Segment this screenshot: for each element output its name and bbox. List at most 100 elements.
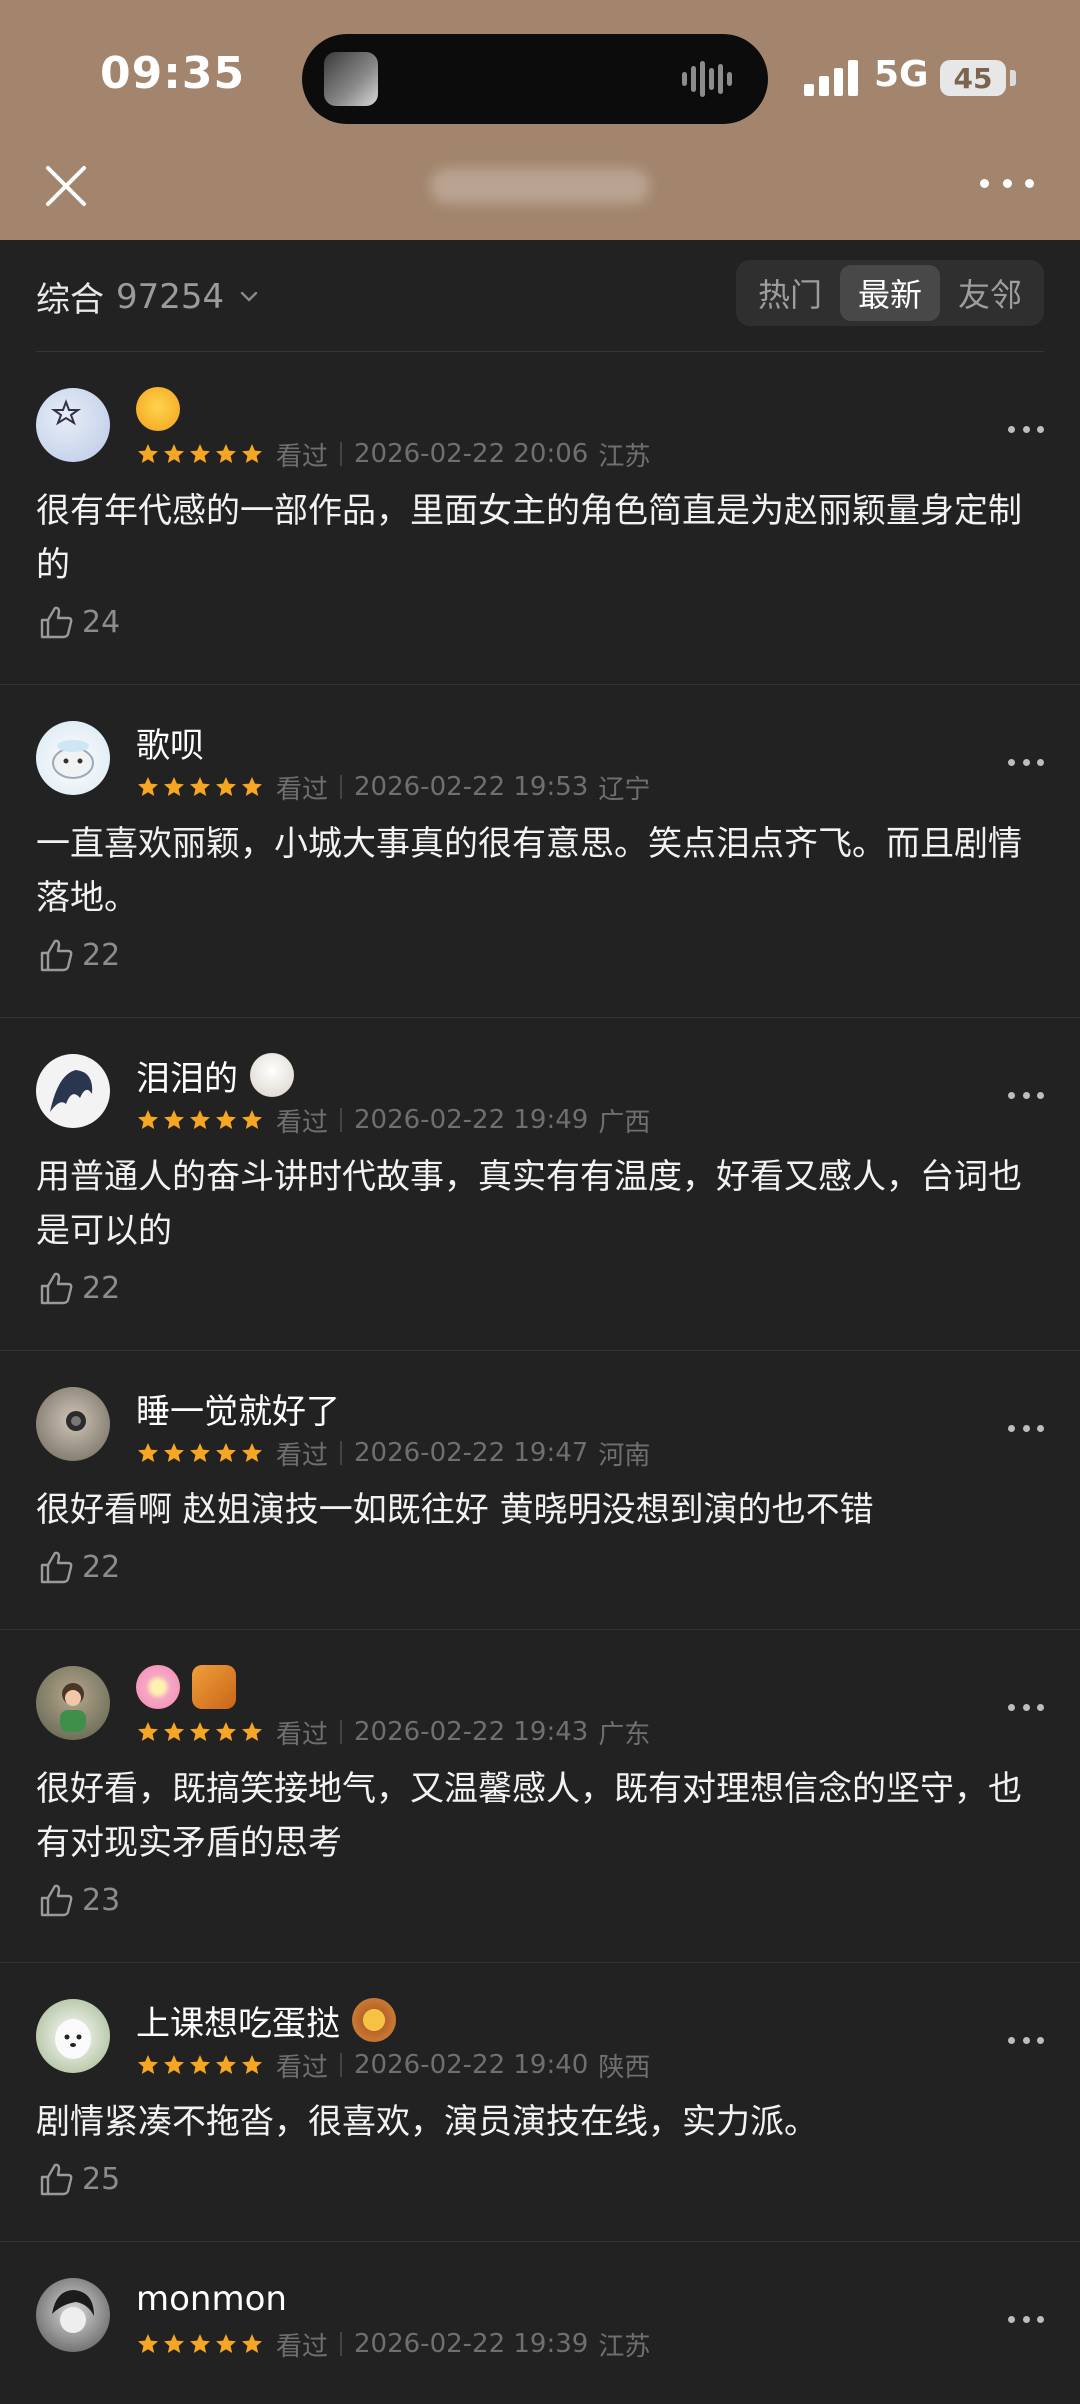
comment-more-button[interactable] (1008, 757, 1044, 767)
comment-location: 广东 (598, 1719, 651, 1750)
tab-friends[interactable]: 友邻 (940, 265, 1040, 321)
more-button[interactable] (980, 176, 1034, 190)
filter-bar: 综合 97254 热门 最新 友邻 (0, 240, 1080, 352)
sort-dropdown[interactable]: 综合 97254 (36, 272, 260, 321)
comment-list: 看过 2026-02-22 20:06 江苏 很有年代感的一部作品，里面女主的角… (0, 352, 1080, 2404)
like-button[interactable]: 22 (36, 1266, 1044, 1310)
username[interactable]: 泪泪的 (136, 1051, 238, 1100)
comment-location: 陕西 (598, 2052, 651, 2083)
star-icon (138, 2334, 158, 2353)
avatar[interactable] (36, 2278, 110, 2352)
star-icon (164, 1722, 184, 1741)
star-icon (216, 2334, 236, 2353)
avatar[interactable] (36, 1999, 110, 2073)
comment-text: 很有年代感的一部作品，里面女主的角色简直是为赵丽颖量身定制的 (36, 491, 1022, 585)
star-icon (138, 777, 158, 796)
close-button[interactable] (36, 156, 96, 216)
signal-icon (804, 58, 858, 96)
watch-status: 看过 (276, 774, 329, 805)
comment-item: 看过 2026-02-22 19:43 广东 很好看，既搞笑接地气，又温馨感人，… (0, 1630, 1080, 1963)
star-icon (216, 777, 236, 796)
comment-more-button[interactable] (1008, 1090, 1044, 1100)
avatar[interactable] (36, 1666, 110, 1740)
close-icon (46, 166, 86, 206)
tab-latest[interactable]: 最新 (840, 265, 940, 321)
thumbs-up-icon (40, 1551, 73, 1584)
comment-more-button[interactable] (1008, 1702, 1044, 1712)
thumbs-up-icon (40, 2163, 73, 2196)
like-button[interactable]: 22 (36, 1545, 1044, 1589)
comment-location: 河南 (598, 1440, 651, 1471)
comment-more-button[interactable] (1008, 424, 1044, 434)
star-icon (190, 444, 210, 463)
review-count: 97254 (116, 276, 225, 317)
star-icon (242, 777, 262, 796)
dynamic-island (302, 34, 768, 124)
cotton-icon (250, 1053, 294, 1097)
like-button[interactable]: 23 (36, 1878, 1044, 1922)
star-icon (242, 2334, 262, 2353)
like-button[interactable]: 25 (36, 2157, 1044, 2201)
comment-item: 泪泪的 看过 2026-02-22 19:49 广西 用普通人的奋斗讲时代故事，… (0, 1018, 1080, 1351)
like-count: 22 (82, 937, 121, 973)
comment-more-button[interactable] (1008, 2035, 1044, 2045)
comment-more-button[interactable] (1008, 1423, 1044, 1433)
comment-text: 一直喜欢丽颖，小城大事真的很有意思。笑点泪点齐飞。而且剧情落地。 (36, 824, 1022, 918)
like-button[interactable]: 22 (36, 933, 1044, 977)
comment-text: 很好看，既搞笑接地气，又温馨感人，既有对理想信念的坚守，也有对现实矛盾的思考 (36, 1769, 1022, 1863)
avatar[interactable] (36, 721, 110, 795)
thumbs-up-icon (40, 939, 73, 972)
rating-stars (136, 442, 264, 466)
avatar[interactable] (36, 388, 110, 462)
star-icon (190, 2334, 210, 2353)
rating-stars (136, 1108, 264, 1132)
like-button[interactable]: 24 (36, 600, 1044, 644)
meta-separator (340, 442, 343, 466)
rating-stars (136, 775, 264, 799)
meta-separator (340, 1720, 343, 1744)
watch-status: 看过 (276, 441, 329, 472)
comment-more-button[interactable] (1008, 2314, 1044, 2324)
comment-item: 睡一觉就好了 看过 2026-02-22 19:47 河南 很好看啊 赵姐演技一… (0, 1351, 1080, 1630)
comment-item: 上课想吃蛋挞 看过 2026-02-22 19:40 陕西 剧情紧凑不拖沓，很喜… (0, 1963, 1080, 2242)
star-icon (190, 2055, 210, 2074)
comment-datetime: 2026-02-22 19:39 (354, 2329, 589, 2359)
blurred-title (430, 168, 650, 204)
tab-hot[interactable]: 热门 (740, 265, 840, 321)
star-icon (138, 444, 158, 463)
top-header: 09:35 5G 45 (0, 0, 1080, 240)
watch-status: 看过 (276, 2331, 329, 2362)
username[interactable]: 歌呗 (136, 718, 204, 767)
comment-location: 江苏 (598, 441, 651, 472)
avatar[interactable] (36, 1054, 110, 1128)
username[interactable]: 睡一觉就好了 (136, 1384, 340, 1433)
star-icon (242, 1443, 262, 1462)
comment-datetime: 2026-02-22 19:49 (354, 1105, 589, 1135)
thumbs-up-icon (40, 606, 73, 639)
comment-location: 江苏 (598, 2331, 651, 2362)
thumbs-up-icon (40, 1272, 73, 1305)
username[interactable]: monmon (136, 2279, 287, 2319)
like-count: 23 (82, 1882, 121, 1918)
star-icon (164, 2334, 184, 2353)
star-icon (164, 1443, 184, 1462)
like-count: 25 (82, 2161, 121, 2197)
star-icon (242, 1722, 262, 1741)
comment-item: 看过 2026-02-22 20:06 江苏 很有年代感的一部作品，里面女主的角… (0, 352, 1080, 685)
sort-label: 综合 (36, 280, 104, 320)
comment-text: 用普通人的奋斗讲时代故事，真实有有温度，好看又感人，台词也是可以的 (36, 1157, 1022, 1251)
watch-status: 看过 (276, 1440, 329, 1471)
comment-text: 很好看啊 赵姐演技一如既往好 黄晓明没想到演的也不错 (36, 1490, 874, 1530)
watch-status: 看过 (276, 1719, 329, 1750)
egg-tart-icon (352, 1998, 396, 2042)
star-icon (190, 777, 210, 796)
star-icon (216, 2055, 236, 2074)
avatar[interactable] (36, 1387, 110, 1461)
star-icon (216, 444, 236, 463)
smiling-face-hearts-icon (136, 387, 180, 431)
tab-segmented-control: 热门 最新 友邻 (736, 260, 1044, 326)
star-icon (138, 2055, 158, 2074)
star-icon (242, 444, 262, 463)
comment-datetime: 2026-02-22 19:40 (354, 2050, 589, 2080)
username[interactable]: 上课想吃蛋挞 (136, 1996, 340, 2045)
